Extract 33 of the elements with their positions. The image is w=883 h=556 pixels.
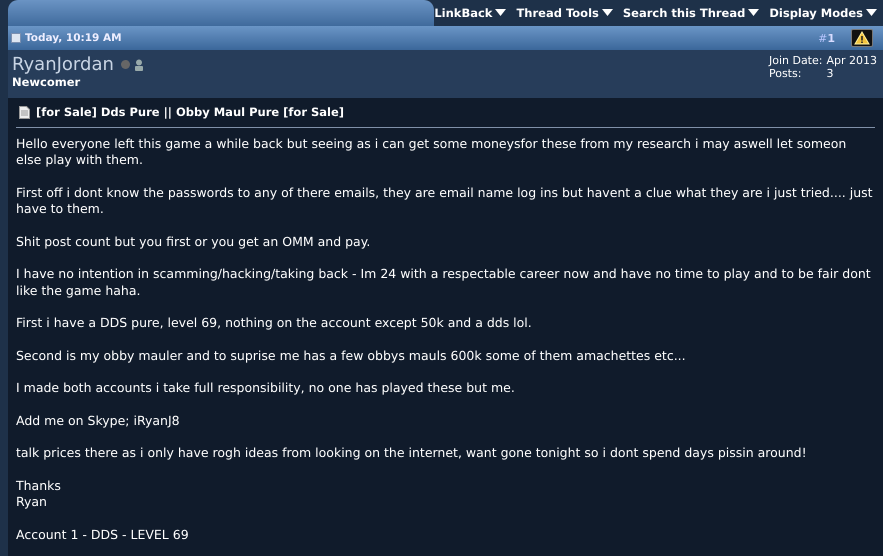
caret-icon [495,9,506,17]
post-text: Second is my obby mauler and to suprise me has a few obbys mauls 600k some of them amachettes etc... [16,348,687,364]
post-text: I have no intention in scamming/hacking/taking back - Im 24 with a respectable career now and have no time to play and to be fair dont like the game haha. [16,266,872,299]
join-date-label: Join Date: [768,54,822,67]
caret-icon [748,9,760,17]
menu-link[interactable]: Display Modes [769,6,877,20]
post-text: Account 1 - DDS - LEVEL 69 [16,526,190,543]
username-link[interactable]: RyanJordan [12,54,114,75]
post-text: talk prices there as i only have rogh ideas from looking on the internet, want gone tonight so i dont spend days pissin around! [16,445,808,462]
user-icon [134,58,144,70]
caret-icon [866,9,877,17]
posts-label: Posts: [768,67,802,80]
caret-icon [602,9,613,17]
menu-link[interactable]: Thread Tools [516,6,613,20]
document-icon [19,106,30,119]
menu-link[interactable]: LinkBack [434,6,506,20]
user-title: Newcomer [12,75,82,89]
post-text: Ryan [16,494,48,510]
post-text: Shit post count but you first or you get an OMM and pay. [16,234,372,250]
document-icon [11,33,21,43]
post-text: First off i dont know the passwords to any of there emails, they are email name log ins but havent a clue what they are i just tried.... just have to them. [16,184,874,218]
post-title: [for Sale] Dds Pure || Obby Maul Pure [for Sale] [36,104,344,120]
post-text: I made both accounts i take full responsibility, no one has played these but me. [16,380,516,396]
post-date: Today, 10:19 AM [25,32,122,44]
report-button[interactable] [851,29,873,47]
post-text: Thanks [16,478,62,494]
join-date-value: Apr 2013 [826,54,877,67]
post-text: Hello everyone left this game a while back but seeing as i can get some moneysfor these from my research i may aswell let someon else play with them. [16,136,848,168]
menu-link[interactable]: Search this Thread [622,6,760,20]
post-text: Add me on Skype; iRyanJ8 [16,412,181,429]
posts-value: 3 [826,67,834,80]
warning-icon [854,31,870,45]
post-text: First i have a DDS pure, level 69, nothing on the account except 50k and a dds lol. [16,315,533,332]
